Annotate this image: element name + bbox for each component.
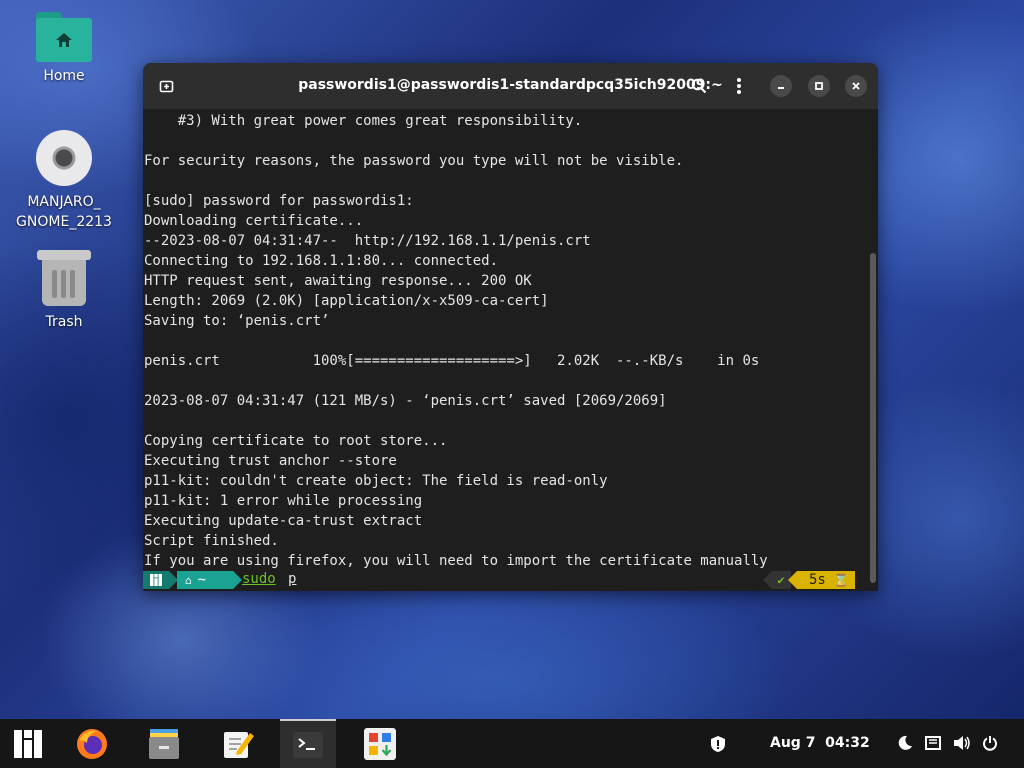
output-line: Downloading certificate... [144,213,364,229]
output-line: Length: 2069 (2.0K) [application/x-x509-… [144,293,549,309]
clock[interactable]: Aug 7 04:32 [770,735,870,751]
software-center-icon[interactable] [352,719,408,768]
network-icon[interactable] [925,735,941,755]
search-icon[interactable] [687,74,711,98]
taskbar: Aug 7 04:32 [0,719,1024,768]
menu-kebab-icon[interactable] [727,74,751,98]
prompt-duration-segment: 5s ⌛ [797,571,855,589]
trash-icon [37,248,91,308]
maximize-button[interactable] [808,75,830,97]
shield-icon[interactable] [710,735,726,757]
manjaro-menu-icon[interactable] [0,719,56,768]
prompt-os-segment [143,571,169,589]
terminal-scrollbar[interactable] [870,253,876,583]
desktop-icon-label: Home [43,68,85,84]
prompt-duration: 5s [809,572,826,588]
prompt-dir-segment: ⌂ ~ [177,571,233,589]
status-check-icon: ✔ [777,573,785,587]
output-line: [sudo] password for passwordis1: [144,193,414,209]
output-line: If you are using firefox, you will need … [144,553,768,569]
desktop-icon-label: Trash [45,314,83,330]
optical-disc-icon [36,130,92,186]
file-manager-icon[interactable] [136,719,192,768]
output-line: Executing update-ca-trust extract [144,513,423,529]
output-line: #3) With great power comes great respons… [144,113,583,129]
output-line: Script finished. [144,533,279,549]
text-editor-icon[interactable] [210,719,266,768]
output-line: Copying certificate to root store... [144,433,448,449]
output-line: p11-kit: 1 error while processing [144,493,423,509]
terminal-icon[interactable] [280,719,336,768]
output-line: Saving to: ‘penis.crt’ [144,313,330,329]
window-titlebar[interactable]: passwordis1@passwordis1-standardpcq35ich… [143,63,878,109]
prompt-command: sudo [242,571,276,587]
firefox-icon[interactable] [64,719,120,768]
output-line: penis.crt 100%[===================>] 2.0… [144,353,760,369]
desktop-icon-home[interactable]: Home [14,12,114,84]
night-light-icon[interactable] [897,735,913,755]
output-line: 2023-08-07 04:31:47 (121 MB/s) - ‘penis.… [144,393,667,409]
window-title: passwordis1@passwordis1-standardpcq35ich… [298,77,723,93]
prompt-dir: ~ [197,572,207,588]
terminal-window[interactable]: passwordis1@passwordis1-standardpcq35ich… [143,63,878,591]
output-line: HTTP request sent, awaiting response... … [144,273,532,289]
output-line: Connecting to 192.168.1.1:80... connecte… [144,253,499,269]
hourglass-icon: ⌛ [833,573,849,587]
prompt-input[interactable]: p [288,571,296,587]
desktop-icon-trash[interactable]: Trash [14,248,114,330]
output-line: p11-kit: couldn't create object: The fie… [144,473,608,489]
output-line: For security reasons, the password you t… [144,153,684,169]
close-button[interactable] [845,75,867,97]
home-folder-icon [36,12,92,62]
minimize-button[interactable] [770,75,792,97]
home-icon: ⌂ [185,573,192,587]
desktop-icon-label: MANJARO_ GNOME_2213 [16,194,112,230]
shell-prompt[interactable]: ⌂ ~ sudo p ✔ 5s ⌛ [143,571,855,591]
volume-icon[interactable] [953,735,971,755]
desktop-icon-manjaro-disc[interactable]: MANJARO_ GNOME_2213 [14,130,114,232]
power-icon[interactable] [982,735,998,755]
manjaro-logo-icon [150,574,162,586]
terminal-output[interactable]: #3) With great power comes great respons… [144,109,866,573]
output-line: Executing trust anchor --store [144,453,397,469]
output-line: --2023-08-07 04:31:47-- http://192.168.1… [144,233,591,249]
